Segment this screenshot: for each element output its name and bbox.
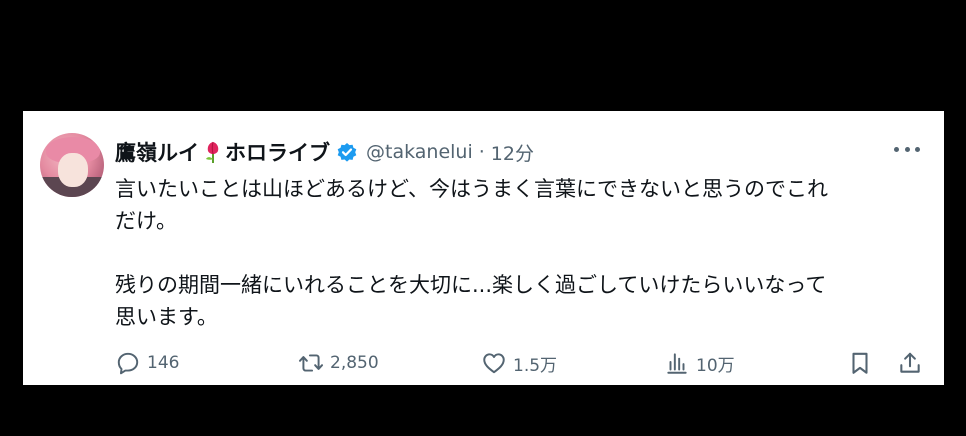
tweet-actions: 146 2,850 1.5万 10万 <box>115 349 925 377</box>
heart-icon <box>483 353 505 374</box>
more-dot <box>904 146 910 152</box>
author-name[interactable]: 鷹嶺ルイ <box>115 137 199 167</box>
tweet-text-blank-line <box>115 237 925 269</box>
tweet-timestamp[interactable]: 12分 <box>491 139 534 166</box>
bookmark-icon <box>852 352 868 374</box>
separator-dot: · <box>478 141 485 163</box>
avatar[interactable] <box>40 133 104 197</box>
views-count: 10万 <box>696 355 735 376</box>
tweet-text-line: 残りの期間一緒にいれることを大切に...楽しく過ごしていけたらいいなって <box>115 273 827 297</box>
views-button[interactable]: 10万 <box>664 349 735 377</box>
tweet-header: 鷹嶺ルイ ホロライブ @takanelui · 12分 <box>115 137 534 167</box>
like-button[interactable]: 1.5万 <box>481 349 557 377</box>
reply-button[interactable]: 146 <box>115 349 179 377</box>
tweet-text-line: 言いたいことは山ほどあるけど、今はうまく言葉にできないと思うのでこれ <box>115 177 828 201</box>
bookmark-button[interactable] <box>847 349 873 377</box>
tweet-text-line: だけ。 <box>115 209 177 233</box>
tweet-card[interactable]: 鷹嶺ルイ ホロライブ @takanelui · 12分 言いたいことは山ほどある… <box>23 111 944 385</box>
share-icon <box>900 352 920 373</box>
retweet-button[interactable]: 2,850 <box>298 349 379 377</box>
more-icon[interactable] <box>894 143 920 155</box>
avatar-face <box>58 153 88 187</box>
author-org[interactable]: ホロライブ <box>225 137 330 167</box>
tweet-text: 言いたいことは山ほどあるけど、今はうまく言葉にできないと思うのでこれ だけ。 残… <box>115 173 925 333</box>
more-dot <box>894 146 899 152</box>
retweet-icon <box>298 354 324 372</box>
views-icon <box>667 353 687 374</box>
reply-count: 146 <box>147 353 180 373</box>
more-dot <box>915 146 920 152</box>
reply-icon <box>117 352 139 375</box>
tweet-text-line: 思います。 <box>115 305 218 329</box>
like-count: 1.5万 <box>513 355 558 376</box>
share-button[interactable] <box>897 349 923 377</box>
tulip-flower-icon <box>203 140 223 164</box>
retweet-count: 2,850 <box>330 353 379 373</box>
author-handle[interactable]: @takanelui <box>366 141 473 163</box>
verified-badge-icon <box>336 141 358 163</box>
